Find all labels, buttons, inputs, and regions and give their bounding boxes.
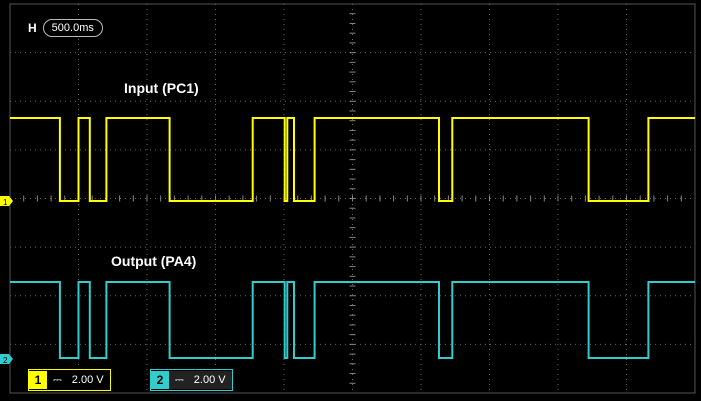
timebase-value: 500.0ms xyxy=(42,19,103,37)
channel-1-scale: 2.00 V xyxy=(71,374,104,386)
channel-1-number: 1 xyxy=(29,371,47,389)
oscilloscope-display: 1 2 xyxy=(0,3,696,394)
output-trace-label: Output (PA4) xyxy=(111,253,197,269)
channel-2-scale: 2.00 V xyxy=(193,374,226,386)
dc-coupling-icon: ⎓ xyxy=(53,373,62,386)
channel-1-ground-marker[interactable]: 1 xyxy=(0,196,13,207)
svg-text:1: 1 xyxy=(3,198,8,207)
svg-text:2: 2 xyxy=(3,356,8,365)
timebase-label: H xyxy=(28,21,37,35)
timebase-indicator[interactable]: H 500.0ms xyxy=(28,18,103,38)
dc-coupling-icon: ⎓ xyxy=(175,373,184,386)
channel-2-number: 2 xyxy=(151,371,169,389)
channel-1-badge[interactable]: 1 ⎓ 2.00 V xyxy=(28,369,111,391)
channel-2-ground-marker[interactable]: 2 xyxy=(0,354,13,365)
input-trace-label: Input (PC1) xyxy=(124,80,199,96)
graticule-grid xyxy=(9,3,696,394)
channel-2-badge[interactable]: 2 ⎓ 2.00 V xyxy=(150,369,233,391)
